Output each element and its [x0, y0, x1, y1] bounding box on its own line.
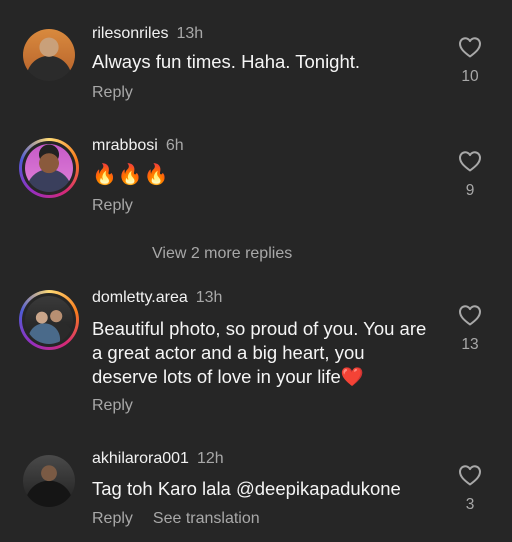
see-translation-button[interactable]: See translation: [153, 510, 260, 527]
username[interactable]: rilesonriles: [92, 25, 168, 42]
comment-actions: Reply: [92, 397, 153, 415]
heart-outline-icon[interactable]: [458, 464, 482, 486]
timestamp: 13h: [176, 25, 204, 42]
heart-outline-icon[interactable]: [458, 304, 482, 326]
like-count: 10: [461, 68, 479, 85]
comment-header: domletty.area 13h: [92, 288, 222, 308]
reply-button[interactable]: Reply: [92, 84, 133, 101]
username[interactable]: akhilarora001: [92, 450, 189, 467]
avatar[interactable]: [19, 138, 79, 198]
comment-header: akhilarora001 12h: [92, 449, 224, 469]
reply-button[interactable]: Reply: [92, 197, 133, 214]
like-control: 9: [450, 150, 490, 200]
avatar[interactable]: [19, 290, 79, 350]
like-count: 3: [465, 496, 475, 513]
comment-text: Beautiful photo, so proud of you. You ar…: [92, 318, 427, 387]
comment-header: mrabbosi 6h: [92, 136, 184, 156]
timestamp: 13h: [195, 289, 223, 306]
comment-header: rilesonriles 13h: [92, 24, 203, 44]
like-control: 10: [450, 36, 490, 86]
username[interactable]: mrabbosi: [92, 137, 158, 154]
view-more-replies-button[interactable]: View 2 more replies: [152, 245, 292, 263]
like-control: 13: [450, 304, 490, 354]
heart-outline-icon[interactable]: [458, 36, 482, 58]
avatar[interactable]: [23, 29, 75, 81]
comment-text: 🔥🔥🔥: [92, 164, 170, 186]
comment-text: Tag toh Karo lala @deepikapadukone: [92, 478, 401, 499]
comment-actions: Reply: [92, 84, 153, 102]
comment-actions: Reply See translation: [92, 510, 280, 528]
like-count: 13: [461, 336, 479, 353]
heart-outline-icon[interactable]: [458, 150, 482, 172]
reply-button[interactable]: Reply: [92, 397, 133, 414]
comment-actions: Reply: [92, 197, 153, 215]
username[interactable]: domletty.area: [92, 289, 188, 306]
like-control: 3: [450, 464, 490, 514]
reply-button[interactable]: Reply: [92, 510, 133, 527]
like-count: 9: [465, 182, 475, 199]
timestamp: 12h: [196, 450, 224, 467]
avatar[interactable]: [23, 455, 75, 507]
comment-text: Always fun times. Haha. Tonight.: [92, 51, 361, 72]
timestamp: 6h: [165, 137, 184, 154]
